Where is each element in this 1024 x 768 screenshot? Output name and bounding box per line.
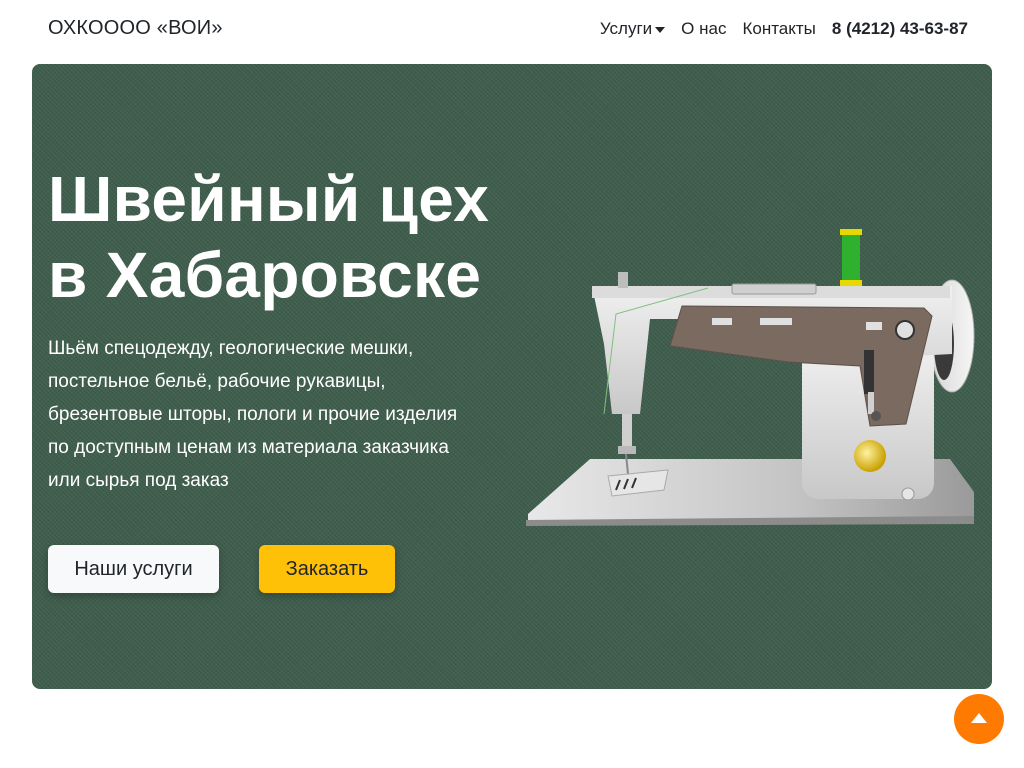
hero-title-line: Швейный цех (48, 163, 490, 235)
arrow-up-icon (971, 713, 987, 723)
hero-title-line: в Хабаровске (48, 239, 482, 311)
hero-description-line: постельное бельё, рабочие рукавицы, (48, 371, 386, 392)
brand-logo[interactable]: ОХКОООО «ВОИ» (48, 17, 223, 40)
hero-description-line: брезентовые шторы, пологи и прочие издел… (48, 404, 458, 425)
chevron-down-icon (655, 26, 666, 33)
main-nav: Услуги О нас Контакты 8 (4212) 43-63-87 (600, 19, 968, 39)
hero-title: Швейный цех в Хабаровске (48, 161, 528, 313)
hero-description-line: по доступным ценам из материала заказчик… (48, 437, 449, 458)
phone-link[interactable]: 8 (4212) 43-63-87 (832, 19, 968, 39)
navbar: ОХКОООО «ВОИ» Услуги О нас Контакты 8 (4… (0, 0, 1024, 62)
sewing-machine-illustration (526, 229, 975, 526)
hero-description: Шьём спецодежду, геологические мешки, по… (48, 332, 498, 497)
hero-description-line: Шьём спецодежду, геологические мешки, (48, 338, 414, 359)
order-button[interactable]: Заказать (259, 545, 395, 593)
our-services-button[interactable]: Наши услуги (48, 545, 219, 593)
nav-contacts-link[interactable]: Контакты (742, 19, 815, 39)
nav-services-dropdown[interactable]: Услуги (599, 19, 666, 39)
hero-description-line: или сырья под заказ (48, 470, 229, 491)
nav-about-link[interactable]: О нас (681, 19, 726, 39)
nav-services-label: Услуги (599, 19, 653, 38)
hero-section: Швейный цех в Хабаровске Шьём спецодежду… (32, 64, 992, 689)
scroll-to-top-button[interactable] (954, 694, 1004, 744)
